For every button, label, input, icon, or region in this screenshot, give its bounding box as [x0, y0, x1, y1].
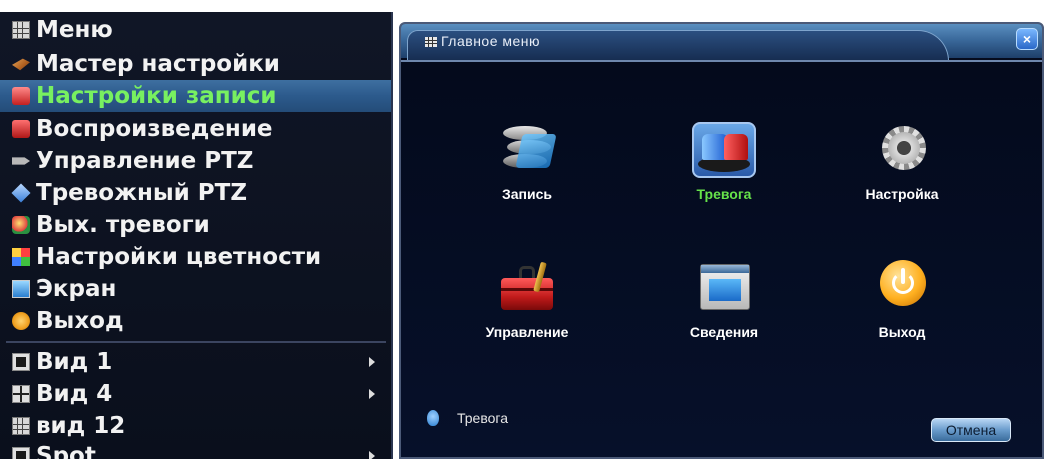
menu-item-exit[interactable]: Выход — [0, 305, 391, 337]
submenu-arrow-icon — [369, 451, 375, 459]
context-menu: Меню Мастер настройки Настройки записи В… — [0, 12, 393, 459]
menu-item-label: Вид 4 — [36, 381, 113, 407]
tile-label: Управление — [485, 324, 569, 340]
menu-item-screen[interactable]: Экран — [0, 273, 391, 305]
power-icon — [870, 260, 934, 316]
menu-item-label: Меню — [36, 17, 113, 43]
menu-item-alarm-ptz[interactable]: Тревожный PTZ — [0, 177, 391, 209]
color-icon — [12, 248, 30, 266]
menu-item-label: Настройки цветности — [36, 244, 322, 270]
info-icon — [427, 410, 439, 426]
tile-record[interactable]: Запись — [457, 122, 597, 202]
tile-alarm[interactable]: Тревога — [654, 122, 794, 202]
tile-management[interactable]: Управление — [457, 260, 597, 340]
wand-icon — [12, 58, 30, 71]
cancel-button[interactable]: Отмена — [931, 418, 1011, 442]
menu-item-playback[interactable]: Воспроизведение — [0, 113, 391, 145]
grid-icon — [12, 21, 30, 39]
menu-item-label: Вид 1 — [36, 349, 113, 375]
menu-item-alarm-output[interactable]: Вых. тревоги — [0, 209, 391, 241]
tile-label: Выход — [878, 324, 926, 340]
menu-item-ptz-control[interactable]: Управление PTZ — [0, 145, 391, 177]
menu-divider — [6, 341, 386, 343]
menu-item-label: Управление PTZ — [36, 148, 254, 174]
submenu-arrow-icon — [369, 389, 375, 399]
record-icon — [12, 87, 30, 105]
menu-item-view-12[interactable]: вид 12 — [0, 410, 391, 442]
menu-item-label: Экран — [36, 276, 117, 302]
tile-label: Тревога — [696, 186, 752, 202]
menu-grid-icon — [425, 37, 437, 47]
menu-item-color-settings[interactable]: Настройки цветности — [0, 241, 391, 273]
menu-item-spot[interactable]: Spot — [0, 440, 391, 459]
spot-icon — [12, 447, 30, 459]
gear-icon — [870, 122, 934, 178]
menu-item-label: Настройки записи — [36, 83, 277, 109]
title-bar: Главное меню × — [401, 24, 1042, 61]
tile-info[interactable]: Сведения — [654, 260, 794, 340]
tile-exit[interactable]: Выход — [832, 260, 972, 340]
menu-item-label: Spot — [36, 443, 96, 459]
submenu-arrow-icon — [369, 357, 375, 367]
info-window-icon — [692, 260, 756, 316]
menu-item-view-1[interactable]: Вид 1 — [0, 346, 391, 378]
view12-icon — [12, 417, 30, 435]
diamond-icon — [11, 183, 31, 203]
view4-icon — [12, 385, 30, 403]
menu-item-label: Выход — [36, 308, 124, 334]
main-menu-content: Запись Тревога Настройка Управление Свед… — [401, 60, 1042, 457]
status-text: Тревога — [457, 410, 508, 426]
tile-settings[interactable]: Настройка — [832, 122, 972, 202]
menu-item-label: Мастер настройки — [36, 51, 280, 77]
close-icon: × — [1022, 31, 1032, 47]
record-reels-icon — [495, 122, 559, 178]
alarm-output-icon — [12, 216, 30, 234]
ptz-icon — [12, 157, 30, 165]
exit-icon — [12, 312, 30, 330]
tile-label: Запись — [501, 186, 552, 202]
view1-icon — [12, 353, 30, 371]
menu-item-record-settings[interactable]: Настройки записи — [0, 80, 391, 112]
menu-item-label: вид 12 — [36, 413, 126, 439]
window-title: Главное меню — [441, 33, 541, 49]
menu-item-setup-wizard[interactable]: Мастер настройки — [0, 48, 391, 80]
menu-item-label: Воспроизведение — [36, 116, 273, 142]
tile-label: Сведения — [689, 324, 759, 340]
tile-label: Настройка — [865, 186, 939, 202]
main-menu-window: Главное меню × Запись Тревога Настройка — [399, 22, 1044, 459]
status-line: Тревога — [427, 410, 508, 426]
alarm-lamp-icon — [692, 122, 756, 178]
menu-item-label: Тревожный PTZ — [36, 180, 248, 206]
menu-item-label: Вых. тревоги — [36, 212, 210, 238]
toolbox-icon — [495, 260, 559, 316]
screen-icon — [12, 280, 30, 298]
menu-item-view-4[interactable]: Вид 4 — [0, 378, 391, 410]
playback-icon — [12, 120, 30, 138]
menu-item-menu[interactable]: Меню — [0, 14, 391, 46]
close-button[interactable]: × — [1016, 28, 1038, 50]
